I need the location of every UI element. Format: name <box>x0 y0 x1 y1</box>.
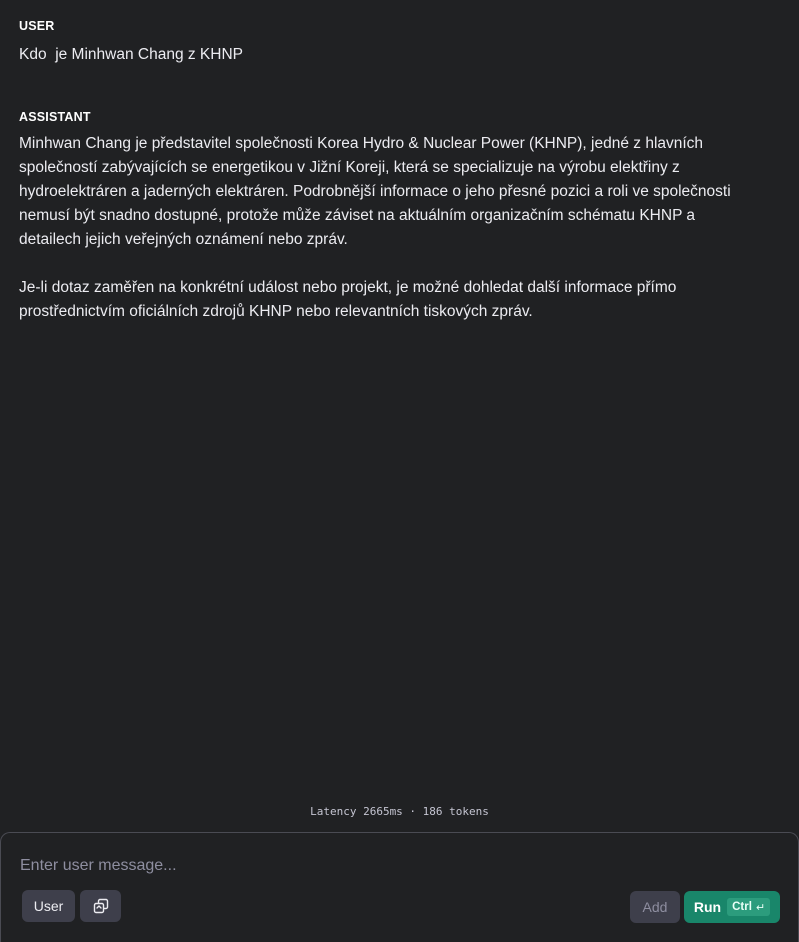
latency-status: Latency 2665ms · 186 tokens <box>310 805 489 818</box>
shortcut-label: Ctrl <box>732 901 752 913</box>
assistant-role-label: ASSISTANT <box>19 110 91 124</box>
assistant-paragraph: Minhwan Chang je představitel společnost… <box>19 135 735 248</box>
playground-page: USER Kdo je Minhwan Chang z KHNP ASSISTA… <box>0 0 799 942</box>
user-message-input[interactable] <box>20 855 760 877</box>
swap-role-icon <box>92 897 110 915</box>
role-toggle-button[interactable]: User <box>22 890 75 922</box>
assistant-message[interactable]: Minhwan Chang je představitel společnost… <box>19 132 757 348</box>
assistant-paragraph: Je-li dotaz zaměřen na konkrétní událost… <box>19 279 681 320</box>
run-button[interactable]: Run Ctrl ↵ <box>684 891 780 923</box>
user-message-text[interactable]: Kdo je Minhwan Chang z KHNP <box>19 43 759 67</box>
user-role-label: USER <box>19 19 55 33</box>
keyboard-shortcut-hint: Ctrl ↵ <box>727 898 771 916</box>
message-composer: User Add Run Ctrl ↵ <box>0 832 799 942</box>
add-message-button[interactable]: Add <box>630 891 680 923</box>
enter-key-icon: ↵ <box>755 901 766 914</box>
run-label: Run <box>693 899 722 915</box>
swap-role-button[interactable] <box>80 890 121 922</box>
